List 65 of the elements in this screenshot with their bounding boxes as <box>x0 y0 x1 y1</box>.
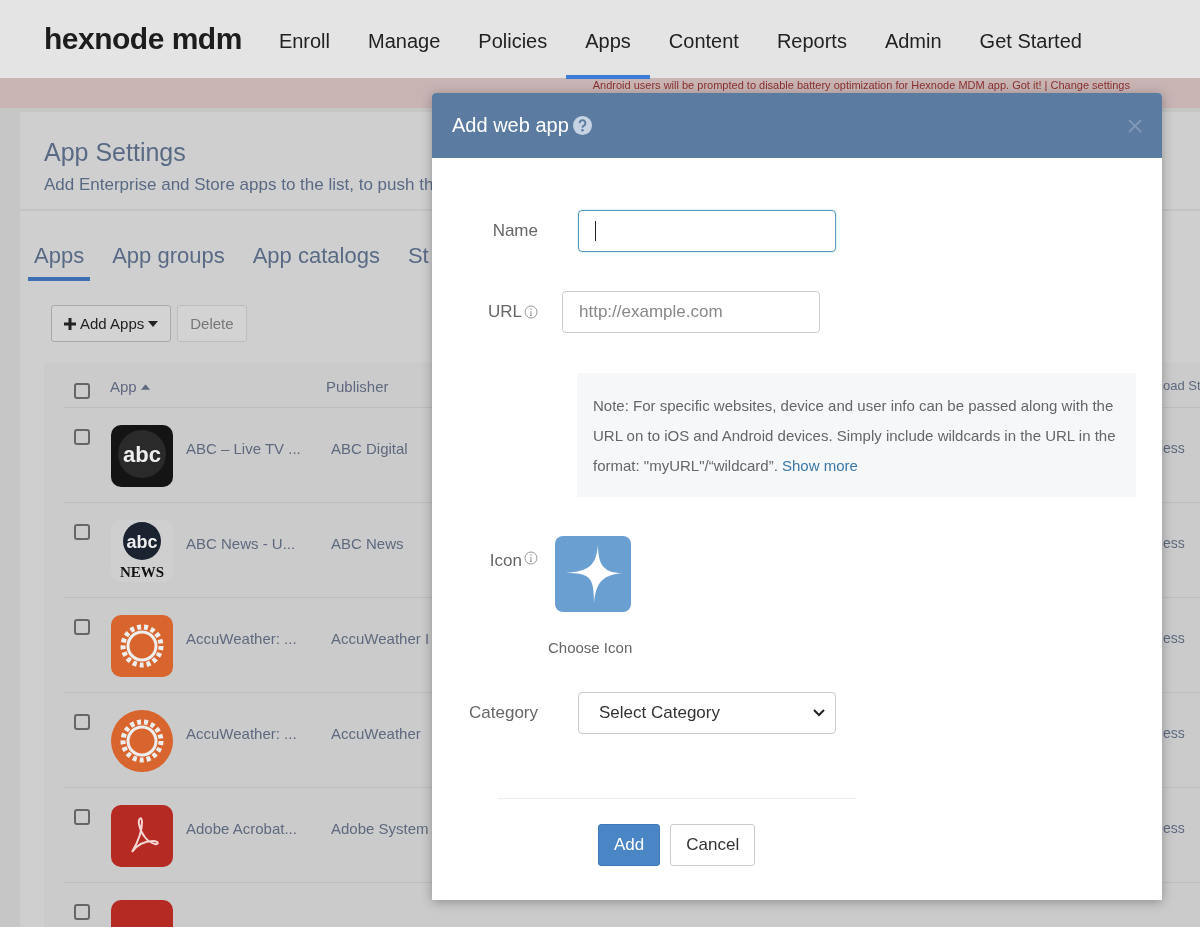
status-text: ess <box>1163 819 1186 836</box>
page-subtitle: Add Enterprise and Store apps to the list, to push th <box>44 175 435 195</box>
tab[interactable]: App groups <box>106 239 231 281</box>
field-label: Name <box>491 221 538 241</box>
sparkle-app-icon[interactable] <box>554 535 632 613</box>
add-button[interactable]: Add <box>598 824 661 866</box>
choose-icon-label[interactable]: Choose Icon <box>548 639 633 656</box>
nav-item[interactable]: Policies <box>459 3 567 79</box>
chevron-down-icon <box>813 709 825 717</box>
app-icon <box>110 804 174 868</box>
checkbox[interactable] <box>74 904 90 920</box>
field-label: Category <box>468 703 538 723</box>
nav-item[interactable]: Content <box>649 3 758 79</box>
url-input-field[interactable]: http://example.com <box>562 291 820 333</box>
field-label: Icon <box>488 551 522 571</box>
checkbox[interactable] <box>74 619 90 635</box>
tab[interactable]: Apps <box>28 239 91 281</box>
checkbox[interactable] <box>74 524 90 540</box>
tab[interactable]: App catalogs <box>246 239 386 281</box>
app-name: ABC – Live TV ... <box>186 439 302 457</box>
show-more-link[interactable]: Show more <box>782 457 858 474</box>
info-icon[interactable] <box>524 305 538 319</box>
app-name: AccuWeather: ... <box>186 629 298 647</box>
page-title: App Settings <box>44 138 187 167</box>
category-select[interactable]: Select Category <box>578 692 836 734</box>
note-text: Note: For specific websites, device and user info can be passed along with the URL on to iOS and Android devices. Simply include wildcards in the URL in the format: "myURL"/“wildcard”. Show more <box>593 396 1117 476</box>
publisher-name: ABC News <box>331 534 405 552</box>
logo-text: abc <box>123 442 161 467</box>
nav-item[interactable]: Manage <box>349 3 460 79</box>
notice-text: Android users will be prompted to disable battery optimization for Hexnode MDM app. Got it! | Change settings <box>592 78 1130 93</box>
nav-item[interactable]: Enroll <box>259 3 349 79</box>
cancel-button[interactable]: Cancel <box>670 824 756 866</box>
info-icon[interactable] <box>524 551 538 565</box>
logo-text: abc <box>126 532 158 552</box>
app-icon <box>110 614 174 678</box>
checkbox[interactable] <box>74 383 90 399</box>
dialog-title: Add web app <box>452 114 569 137</box>
status-text: ess <box>1163 534 1186 551</box>
help-icon[interactable] <box>572 116 592 135</box>
nav-item[interactable]: Admin <box>865 3 961 79</box>
checkbox[interactable] <box>74 429 90 445</box>
field-label: URL <box>487 302 522 322</box>
publisher-name: Adobe System <box>331 819 430 837</box>
name-input-field[interactable] <box>578 210 836 252</box>
sort-up-icon <box>140 383 150 390</box>
status-text: ess <box>1163 629 1186 646</box>
tab[interactable]: St <box>401 239 435 281</box>
status-text: ess <box>1163 439 1186 456</box>
app-name: AccuWeather: ... <box>186 724 298 742</box>
publisher-name: ABC Digital <box>331 439 409 457</box>
nav-item[interactable]: Get Started <box>960 3 1101 79</box>
logo-text: NEWS <box>119 564 165 580</box>
nav-item[interactable]: Reports <box>757 3 866 79</box>
plus-icon <box>64 317 76 330</box>
add-apps-button[interactable]: Add Apps <box>51 305 172 342</box>
app-name: ABC News - U... <box>186 534 297 552</box>
publisher-name: AccuWeather <box>331 724 422 742</box>
publisher-name: AccuWeather I <box>331 629 431 647</box>
checkbox[interactable] <box>74 809 90 825</box>
caret-icon <box>148 320 159 327</box>
status-text: ess <box>1163 724 1186 741</box>
checkbox[interactable] <box>74 714 90 730</box>
logo[interactable]: hexnode mdm <box>44 22 242 56</box>
app-name: Adobe Acrobat... <box>186 819 298 837</box>
column-header[interactable]: oad St <box>1163 378 1200 393</box>
